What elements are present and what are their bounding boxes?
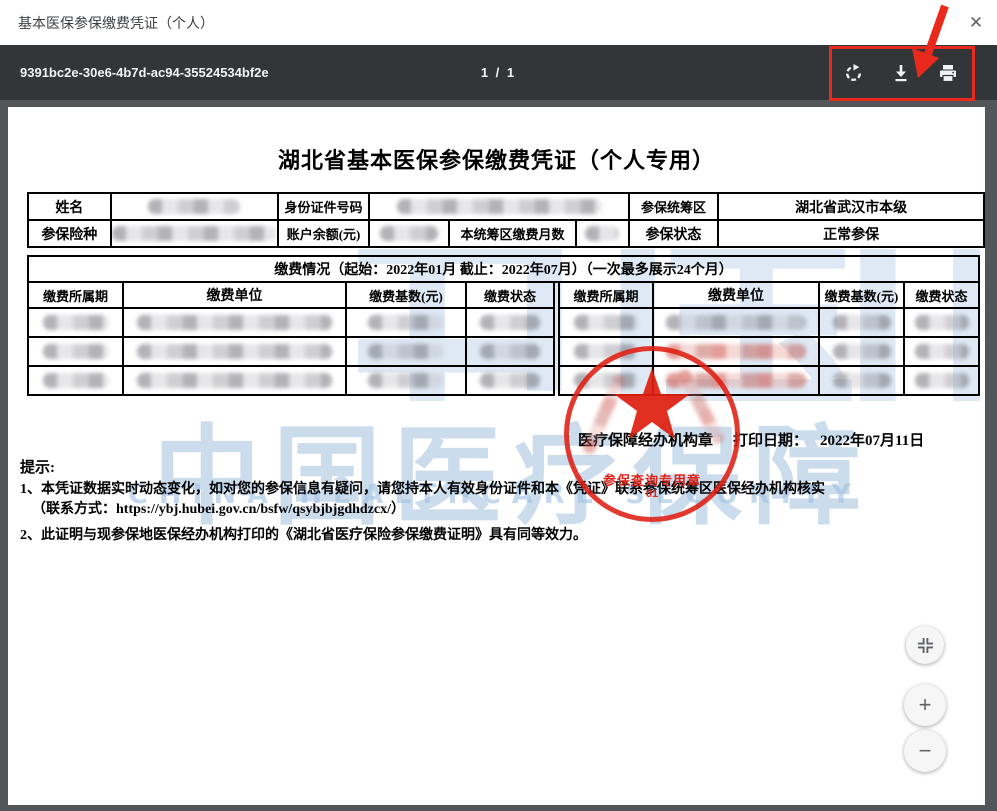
download-button[interactable]	[879, 51, 923, 95]
col-base: 缴费基数(元)	[819, 282, 904, 308]
print-date-value: 2022年07月11日	[820, 433, 924, 449]
print-button[interactable]	[926, 51, 970, 95]
document-id: 9391bc2e-30e6-4b7d-ac94-35524534bf2e	[20, 45, 269, 100]
months-label: 本统筹区缴费月数	[449, 220, 576, 247]
close-icon: ✕	[969, 13, 983, 33]
minus-icon: −	[919, 738, 932, 764]
info-row-1: 姓名 身份证件号码 参保统筹区 湖北省武汉市本级	[28, 193, 984, 220]
status-value: 正常参保	[718, 220, 984, 247]
print-date: 打印日期： 2022年07月11日	[733, 429, 924, 450]
certificate-title: 湖北省基本医保参保缴费凭证（个人专用）	[8, 143, 985, 175]
table-row	[559, 308, 979, 337]
info-row-2: 参保险种 账户余额(元) 本统筹区缴费月数 参保状态 正常参保	[28, 220, 984, 247]
redacted-months	[576, 220, 629, 247]
note-line-1b: （联系方式：https://ybj.hubei.gov.cn/bsfw/qsyb…	[32, 498, 405, 518]
col-period: 缴费所属期	[28, 282, 123, 308]
col-base: 缴费基数(元)	[346, 282, 466, 308]
column-header-row: 缴费所属期 缴费单位 缴费基数(元) 缴费状态	[559, 282, 979, 308]
plus-icon: +	[919, 692, 932, 718]
col-period: 缴费所属期	[559, 282, 653, 308]
redacted-id	[369, 193, 628, 220]
rotate-button[interactable]	[831, 51, 875, 95]
col-status: 缴费状态	[466, 282, 554, 308]
table-row	[28, 337, 554, 366]
zoom-out-button[interactable]: −	[904, 730, 946, 772]
pool-label: 参保统筹区	[629, 193, 719, 220]
pdf-page: 中国医疗保障 中国医疗保障 CHINA HEALTHCARE SECURITY …	[8, 107, 985, 805]
pdf-viewer[interactable]: 中国医疗保障 中国医疗保障 CHINA HEALTHCARE SECURITY …	[0, 100, 997, 811]
note-line-1: 1、本凭证数据实时动态变化，如对您的参保信息有疑问，请您持本人有效身份证件和本《…	[20, 478, 920, 498]
redacted-balance	[369, 220, 449, 247]
download-icon	[893, 65, 909, 82]
col-status: 缴费状态	[904, 282, 979, 308]
certificate-document: 湖北省基本医保参保缴费凭证（个人专用） 姓名 身份证件号码 参保统筹区 湖北省武…	[8, 107, 985, 805]
column-header-row: 缴费所属期 缴费单位 缴费基数(元) 缴费状态	[28, 282, 554, 308]
name-label: 姓名	[28, 193, 111, 220]
status-label: 参保状态	[629, 220, 719, 247]
col-unit: 缴费单位	[653, 282, 819, 308]
redacted-name	[111, 193, 278, 220]
payment-table-left: 缴费所属期 缴费单位 缴费基数(元) 缴费状态	[27, 281, 555, 396]
fit-to-page-button[interactable]	[906, 626, 944, 664]
note-line-2: 2、此证明与现参保地医保经办机构打印的《湖北省医疗保险参保缴费证明》具有同等效力…	[20, 524, 587, 544]
table-row	[559, 366, 979, 395]
print-date-label: 打印日期：	[733, 433, 808, 449]
table-row	[28, 308, 554, 337]
fit-to-page-icon	[917, 637, 934, 654]
rotate-icon	[844, 64, 863, 83]
modal-title: 基本医保参保缴费凭证（个人）	[18, 13, 214, 33]
payment-section-header: 缴费情况（起始：2022年01月 截止：2022年07月）（一次最多展示24个月…	[27, 255, 980, 283]
redacted-insurance	[111, 220, 278, 247]
id-label: 身份证件号码	[278, 193, 370, 220]
insurance-label: 参保险种	[28, 220, 111, 247]
payment-table-right: 缴费所属期 缴费单位 缴费基数(元) 缴费状态	[558, 281, 980, 396]
col-unit: 缴费单位	[123, 282, 346, 308]
table-row	[28, 366, 554, 395]
authority-caption: 医疗保障经办机构章	[578, 429, 713, 450]
modal-header: 基本医保参保缴费凭证（个人） ✕	[0, 0, 997, 45]
zoom-in-button[interactable]: +	[904, 684, 946, 726]
print-icon	[939, 65, 957, 82]
info-table: 姓名 身份证件号码 参保统筹区 湖北省武汉市本级 参保险种 账户余额(元) 本统…	[27, 192, 985, 248]
certificate-modal: 基本医保参保缴费凭证（个人） ✕ 1 / 1 9391bc2e-30e6-4b7…	[0, 0, 997, 811]
balance-label: 账户余额(元)	[278, 220, 370, 247]
table-row	[559, 337, 979, 366]
close-button[interactable]: ✕	[961, 8, 991, 38]
notes-title: 提示:	[20, 456, 55, 477]
pool-value: 湖北省武汉市本级	[718, 193, 984, 220]
